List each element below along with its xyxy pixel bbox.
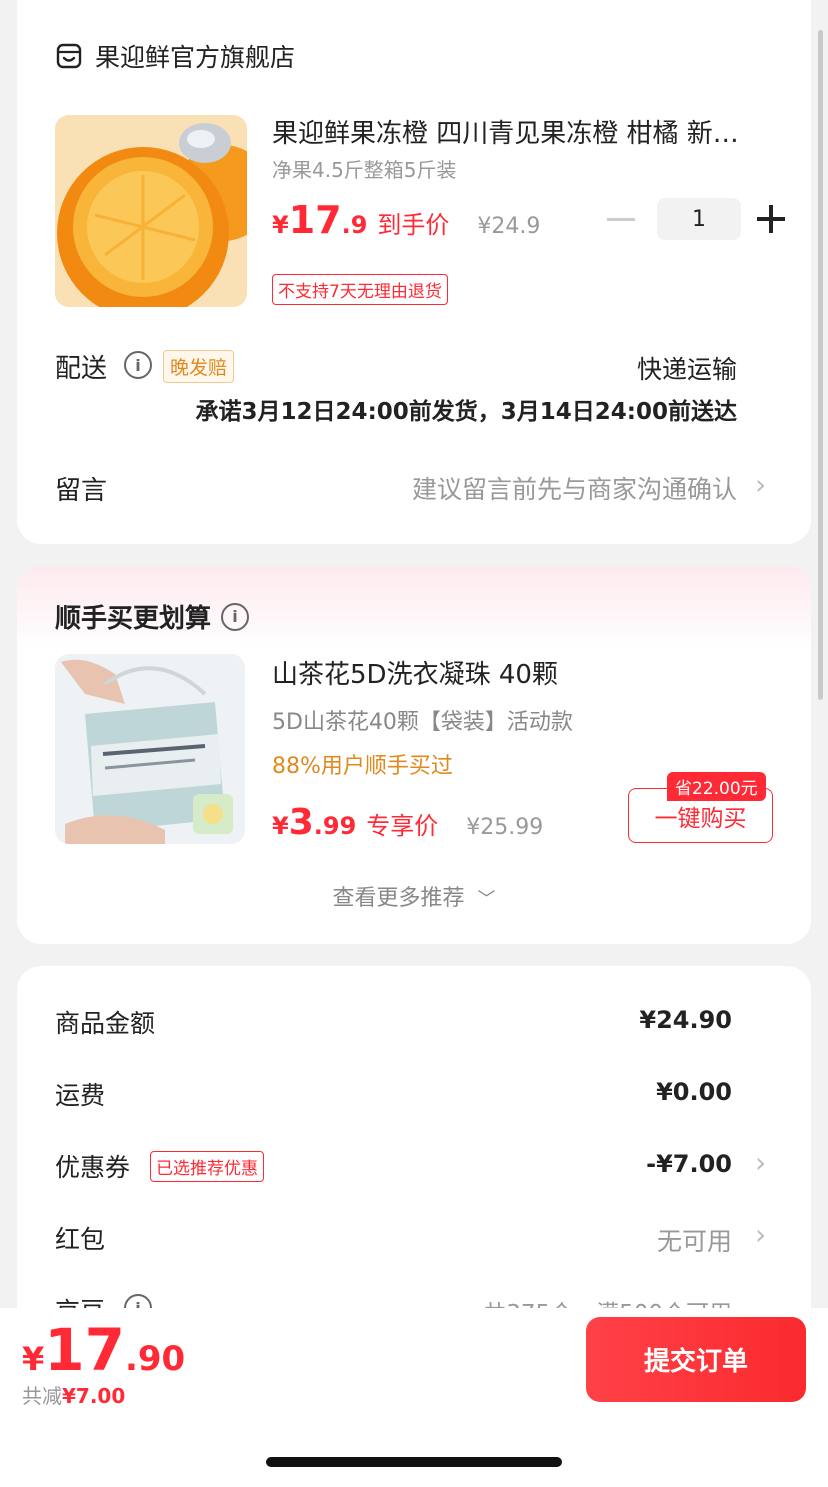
- shipping-fee-value: ¥0.00: [656, 1078, 732, 1106]
- chevron-down-icon: ﹀: [477, 889, 496, 910]
- home-indicator[interactable]: [266, 1457, 562, 1467]
- product-title[interactable]: 果迎鲜果冻橙 四川青见果冻橙 柑橘 新…: [272, 113, 772, 150]
- total-discount[interactable]: 共减¥7.00: [22, 1380, 125, 1409]
- info-icon: i: [124, 351, 152, 379]
- home-indicator-area: [0, 1414, 828, 1487]
- total-price: ¥ 17 .90: [22, 1316, 185, 1384]
- product-image[interactable]: [55, 115, 247, 307]
- order-item-card: 果迎鲜官方旗舰店 果迎鲜果冻橙 四川青见果冻橙 柑橘 新… 净果4.5斤整箱5斤…: [17, 0, 811, 544]
- coupon-value[interactable]: -¥7.00: [646, 1150, 732, 1178]
- coupon-badge: 已选推荐优惠: [150, 1151, 264, 1182]
- shipping-method: 快递运输: [636, 355, 737, 384]
- addon-price: ¥ 3 .99 专享价 ¥25.99: [272, 802, 543, 843]
- original-price: ¥24.9: [477, 214, 541, 239]
- price-decimal: .99: [313, 812, 357, 840]
- goods-amount-value: ¥24.90: [639, 1006, 732, 1034]
- red-packet-value[interactable]: 无可用: [657, 1222, 732, 1258]
- quantity-field[interactable]: 1: [657, 198, 741, 240]
- plus-icon[interactable]: [757, 205, 785, 233]
- price-tag: 到手价: [377, 211, 450, 239]
- currency-symbol: ¥: [272, 812, 289, 840]
- shipping-fee-label: 运费: [55, 1081, 106, 1110]
- addon-buyers-stat: 88%用户顺手买过: [272, 754, 453, 779]
- quantity-stepper: 1: [607, 198, 785, 240]
- store-name: 果迎鲜官方旗舰店: [95, 43, 296, 72]
- no-return-badge: 不支持7天无理由退货: [272, 274, 448, 305]
- addon-product-image[interactable]: [55, 654, 245, 844]
- delivery-info-button[interactable]: i: [124, 351, 152, 379]
- late-compensation-badge[interactable]: 晚发赔: [163, 350, 235, 383]
- red-packet-label: 红包: [55, 1225, 106, 1254]
- delivery-label: 配送: [55, 354, 108, 384]
- detergent-tub-image: [55, 654, 245, 844]
- scrollbar[interactable]: [818, 30, 823, 700]
- save-badge: 省22.00元: [667, 772, 766, 801]
- product-spec[interactable]: 净果4.5斤整箱5斤装: [272, 154, 457, 183]
- orange-image: [55, 115, 247, 307]
- more-recommendations-label: 查看更多推荐: [332, 886, 465, 911]
- chevron-right-icon: ›: [755, 468, 767, 501]
- total-decimal: .90: [124, 1339, 186, 1379]
- addon-section-title: 顺手买更划算 i: [55, 598, 250, 635]
- price-tag: 专享价: [366, 812, 439, 840]
- delivery-promise: 承诺3月12日24:00前发货，3月14日24:00前送达: [195, 399, 737, 425]
- currency-symbol: ¥: [22, 1340, 45, 1378]
- discount-prefix: 共减: [22, 1384, 62, 1408]
- submit-order-button[interactable]: 提交订单: [586, 1317, 806, 1402]
- product-price: ¥ 17 .9 到手价 ¥24.9: [272, 198, 540, 242]
- discount-value: ¥7.00: [62, 1384, 126, 1408]
- store-header[interactable]: 果迎鲜官方旗舰店: [55, 38, 295, 74]
- original-price: ¥25.99: [466, 815, 544, 840]
- total-integer: 17: [44, 1316, 125, 1384]
- more-recommendations-link[interactable]: 查看更多推荐 ﹀: [17, 880, 811, 912]
- coupon-label: 优惠券: [55, 1153, 131, 1182]
- message-label: 留言: [55, 476, 108, 506]
- currency-symbol: ¥: [272, 211, 289, 239]
- addon-product-spec[interactable]: 5D山茶花40颗【袋装】活动款: [272, 704, 573, 736]
- minus-icon[interactable]: [607, 217, 635, 221]
- store-icon: [56, 43, 82, 69]
- info-icon[interactable]: i: [221, 602, 250, 631]
- price-integer: 3: [288, 802, 314, 843]
- goods-amount-label: 商品金额: [55, 1009, 156, 1038]
- addon-product-name[interactable]: 山茶花5D洗衣凝珠 40颗: [272, 654, 558, 691]
- checkout-bar: ¥ 17 .90 共减¥7.00 提交订单: [0, 1308, 828, 1414]
- addon-section-title-text: 顺手买更划算: [55, 604, 212, 634]
- chevron-right-icon[interactable]: ›: [755, 1218, 766, 1251]
- message-input[interactable]: 建议留言前先与商家沟通确认: [412, 470, 737, 506]
- addon-card: 顺手买更划算 i 山茶花5D洗衣凝珠 40颗 5D山茶花40颗【袋装】活动款 8…: [17, 566, 811, 944]
- chevron-right-icon[interactable]: ›: [755, 1146, 766, 1179]
- price-integer: 17: [288, 198, 342, 242]
- price-decimal: .9: [341, 211, 368, 239]
